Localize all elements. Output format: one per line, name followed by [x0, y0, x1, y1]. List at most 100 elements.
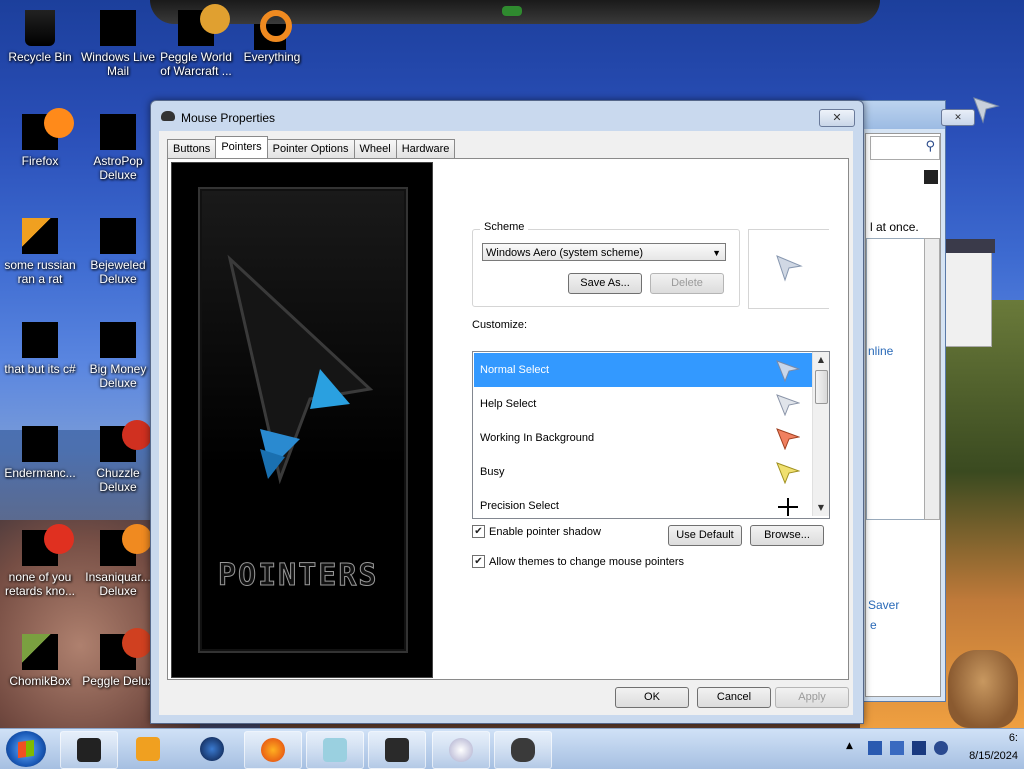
tab-hardware[interactable]: Hardware: [395, 139, 456, 158]
tab-wheel[interactable]: Wheel: [353, 139, 397, 158]
background-window-content: ⚲ l at once. nline Saver e: [865, 133, 941, 697]
apply-button[interactable]: Apply: [775, 687, 849, 708]
desktop-icon-chuzzle[interactable]: Chuzzle Deluxe: [78, 420, 158, 494]
taskbar-item-ball[interactable]: [432, 731, 490, 769]
checkbox-checked-icon[interactable]: ✔: [472, 555, 485, 568]
cursor-item-label: Normal Select: [480, 364, 550, 376]
busy-cursor-icon: [776, 462, 800, 484]
pointer-logo-icon: [227, 254, 374, 485]
search-input[interactable]: ⚲: [870, 136, 940, 160]
search-icon[interactable]: ⚲: [925, 139, 935, 154]
use-default-button[interactable]: Use Default: [668, 525, 742, 546]
desktop-icon-peggle-wow[interactable]: Peggle World of Warcraft ...: [156, 4, 236, 78]
desktop-icon-recycle-bin[interactable]: Recycle Bin: [0, 4, 80, 64]
explorer-icon: [323, 738, 347, 762]
volume-icon[interactable]: [934, 741, 948, 755]
scroll-thumb[interactable]: [815, 370, 828, 404]
taskbar-item-firefox[interactable]: [244, 731, 302, 769]
background-window[interactable]: ▭ ▢ ✕ ⚲ l at once. nline Saver e: [860, 100, 975, 702]
link-saver[interactable]: Saver: [868, 598, 899, 612]
desktop-icon-label: Big Money Deluxe: [89, 362, 147, 390]
taskbar-item-globe[interactable]: [184, 731, 240, 767]
preview-frame: POINTERS: [198, 187, 408, 653]
cursor-item-precision-select[interactable]: Precision Select: [474, 489, 812, 518]
cursor-item-working-in-background[interactable]: Working In Background: [474, 421, 812, 455]
firefox-icon: [22, 108, 74, 150]
cursor-item-busy[interactable]: Busy: [474, 455, 812, 489]
ok-button[interactable]: OK: [615, 687, 689, 708]
dialog-title: Mouse Properties: [181, 111, 276, 125]
desktop-icon-insaniquarium[interactable]: Insaniquar... Deluxe: [78, 524, 158, 598]
taskbar-item-media-player[interactable]: [120, 731, 176, 767]
display-icon[interactable]: [912, 741, 926, 755]
taskbar-item-mouse[interactable]: [494, 731, 552, 769]
scroll-down-icon[interactable]: ▼: [813, 500, 829, 516]
working-cursor-icon: [776, 428, 800, 450]
chevron-up-icon[interactable]: ▲: [846, 741, 860, 755]
pointers-panel: POINTERS Scheme Windows Aero (system sch…: [167, 158, 849, 680]
start-button[interactable]: [6, 731, 46, 767]
checkbox-checked-icon[interactable]: ✔: [472, 525, 485, 538]
scrollbar[interactable]: [924, 238, 940, 520]
cursor-list[interactable]: Normal Select Help Select Working In Bac…: [472, 351, 830, 519]
flag-icon[interactable]: [890, 741, 904, 755]
icon-mask: [254, 24, 286, 50]
enable-shadow-checkbox[interactable]: ✔ Enable pointer shadow: [472, 525, 601, 538]
cancel-button[interactable]: Cancel: [697, 687, 771, 708]
clock[interactable]: 6: 8/15/2024: [969, 732, 1018, 762]
cursor-item-label: Precision Select: [480, 500, 559, 512]
taskbar-item-monitor[interactable]: [368, 731, 426, 769]
tab-pointers[interactable]: Pointers: [215, 136, 268, 158]
desktop-icon-label: Recycle Bin: [8, 50, 72, 64]
desktop-icon-astropop[interactable]: AstroPop Deluxe: [78, 108, 158, 182]
desktop-icon-label: Endermanc...: [4, 466, 76, 480]
desktop-icon-that-but-csharp[interactable]: that but its c#: [0, 316, 80, 376]
desktop-icon-bejeweled[interactable]: Bejeweled Deluxe: [78, 212, 158, 286]
background-window-titlebar[interactable]: ▭ ▢ ✕: [861, 101, 975, 129]
desktop-icon-label: Chuzzle Deluxe: [96, 466, 140, 494]
desktop-icon-label: Bejeweled Deluxe: [90, 258, 146, 286]
desktop-icon-peggle-deluxe[interactable]: Peggle Delux: [78, 628, 158, 688]
scheme-dropdown-value: Windows Aero (system scheme): [486, 247, 644, 259]
save-as-button[interactable]: Save As...: [568, 273, 642, 294]
taskbar-item-explorer[interactable]: [306, 731, 364, 769]
desktop-icon-everything[interactable]: Everything: [232, 4, 312, 64]
cursor-item-normal-select[interactable]: Normal Select: [474, 353, 812, 387]
firefox-ring-icon: [44, 108, 74, 138]
allow-themes-checkbox[interactable]: ✔ Allow themes to change mouse pointers: [472, 555, 684, 568]
tab-pointer-options[interactable]: Pointer Options: [266, 139, 355, 158]
cursor-list-scrollbar[interactable]: ▲ ▼: [812, 352, 829, 516]
taskbar: ▲ 6: 8/15/2024: [0, 728, 1024, 769]
big-money-icon: [100, 322, 136, 358]
wallpaper-lighthouse-house: [935, 239, 995, 347]
desktop-icon-label: that but its c#: [4, 362, 76, 376]
fragment-text: l at once.: [870, 220, 919, 234]
globe-icon: [200, 737, 224, 761]
desktop-icon-windows-live-mail[interactable]: Windows Live Mail: [78, 4, 158, 78]
cursor-item-label: Help Select: [480, 398, 537, 410]
desktop-icon-label: AstroPop Deluxe: [93, 154, 143, 182]
background-listbox[interactable]: [866, 238, 930, 520]
scroll-up-icon[interactable]: ▲: [813, 352, 829, 368]
browse-button[interactable]: Browse...: [750, 525, 824, 546]
tab-buttons[interactable]: Buttons: [167, 139, 217, 158]
app-icon: [22, 524, 74, 566]
delete-button[interactable]: Delete: [650, 273, 724, 294]
desktop-icon-firefox[interactable]: Firefox: [0, 108, 80, 168]
network-icon[interactable]: [868, 741, 882, 755]
close-button[interactable]: ✕: [941, 109, 975, 126]
desktop-icon-none-of-you[interactable]: none of you retards kno...: [0, 524, 80, 598]
link-fragment[interactable]: e: [870, 618, 877, 632]
system-tray: ▲: [846, 741, 948, 755]
app-ring-icon: [44, 524, 74, 554]
scheme-dropdown[interactable]: Windows Aero (system scheme) ▼: [482, 243, 726, 261]
taskbar-item-app[interactable]: [60, 731, 118, 769]
desktop-icon-endermanch[interactable]: Endermanc...: [0, 420, 80, 480]
desktop-icon-big-money[interactable]: Big Money Deluxe: [78, 316, 158, 390]
link-text[interactable]: nline: [868, 344, 893, 358]
chomikbox-icon: [22, 634, 58, 670]
desktop-icon-russian-rat[interactable]: some russian ran a rat: [0, 212, 80, 286]
close-button[interactable]: ✕: [819, 109, 855, 127]
cursor-item-help-select[interactable]: Help Select: [474, 387, 812, 421]
desktop-icon-chomikbox[interactable]: ChomikBox: [0, 628, 80, 688]
